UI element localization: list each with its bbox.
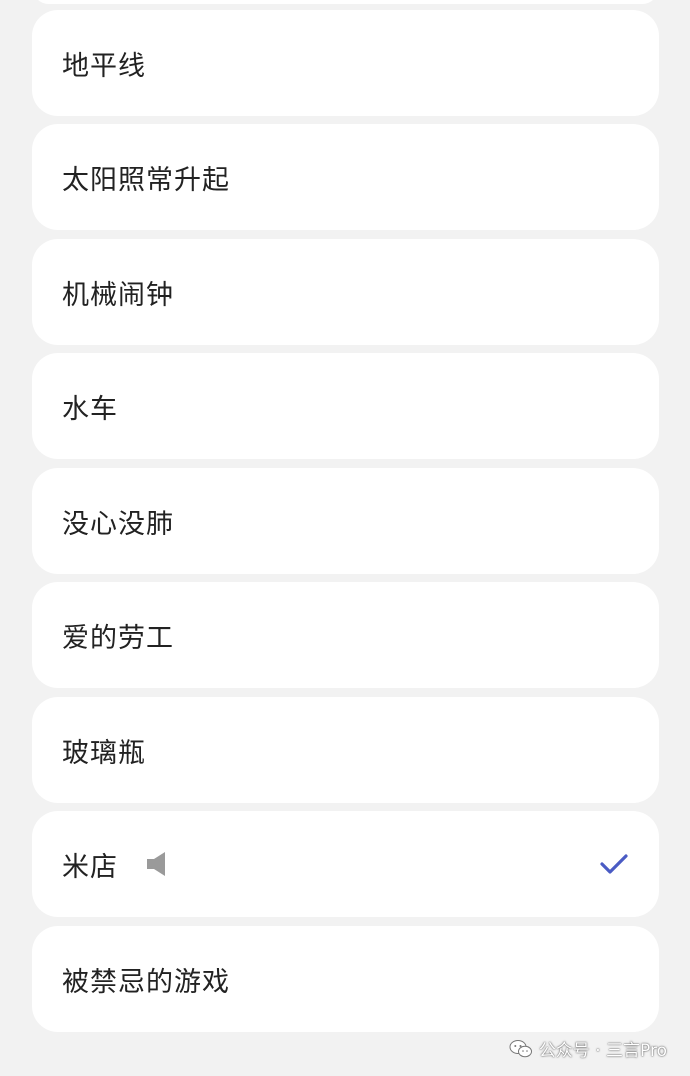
list-item-label: 水车 <box>62 393 118 425</box>
wechat-icon <box>509 1039 533 1059</box>
checkmark-icon <box>599 849 629 879</box>
list-item-label: 地平线 <box>62 50 146 82</box>
list-item-label: 被禁忌的游戏 <box>62 966 230 998</box>
list-item-1[interactable]: 太阳照常升起 <box>32 124 659 230</box>
list-item-5[interactable]: 爱的劳工 <box>32 582 659 688</box>
list-item-label: 太阳照常升起 <box>62 164 230 196</box>
list-item-partial-top <box>32 0 659 4</box>
list-item-7-selected[interactable]: 米店 <box>32 811 659 917</box>
list-item-4[interactable]: 没心没肺 <box>32 468 659 574</box>
list-item-6[interactable]: 玻璃瓶 <box>32 697 659 803</box>
speaker-icon <box>146 849 168 879</box>
list-item-label: 机械闹钟 <box>62 279 174 311</box>
list-item-0[interactable]: 地平线 <box>32 10 659 116</box>
watermark: 公众号 · 三言Pro <box>509 1036 667 1061</box>
list-item-3[interactable]: 水车 <box>32 353 659 459</box>
watermark-text: 公众号 · 三言Pro <box>538 1041 667 1061</box>
list-item-label: 米店 <box>62 851 118 883</box>
list-item-8[interactable]: 被禁忌的游戏 <box>32 926 659 1032</box>
list-item-label: 玻璃瓶 <box>62 737 146 769</box>
list-item-2[interactable]: 机械闹钟 <box>32 239 659 345</box>
list-item-label: 没心没肺 <box>62 508 174 540</box>
list-item-label: 爱的劳工 <box>62 622 174 654</box>
